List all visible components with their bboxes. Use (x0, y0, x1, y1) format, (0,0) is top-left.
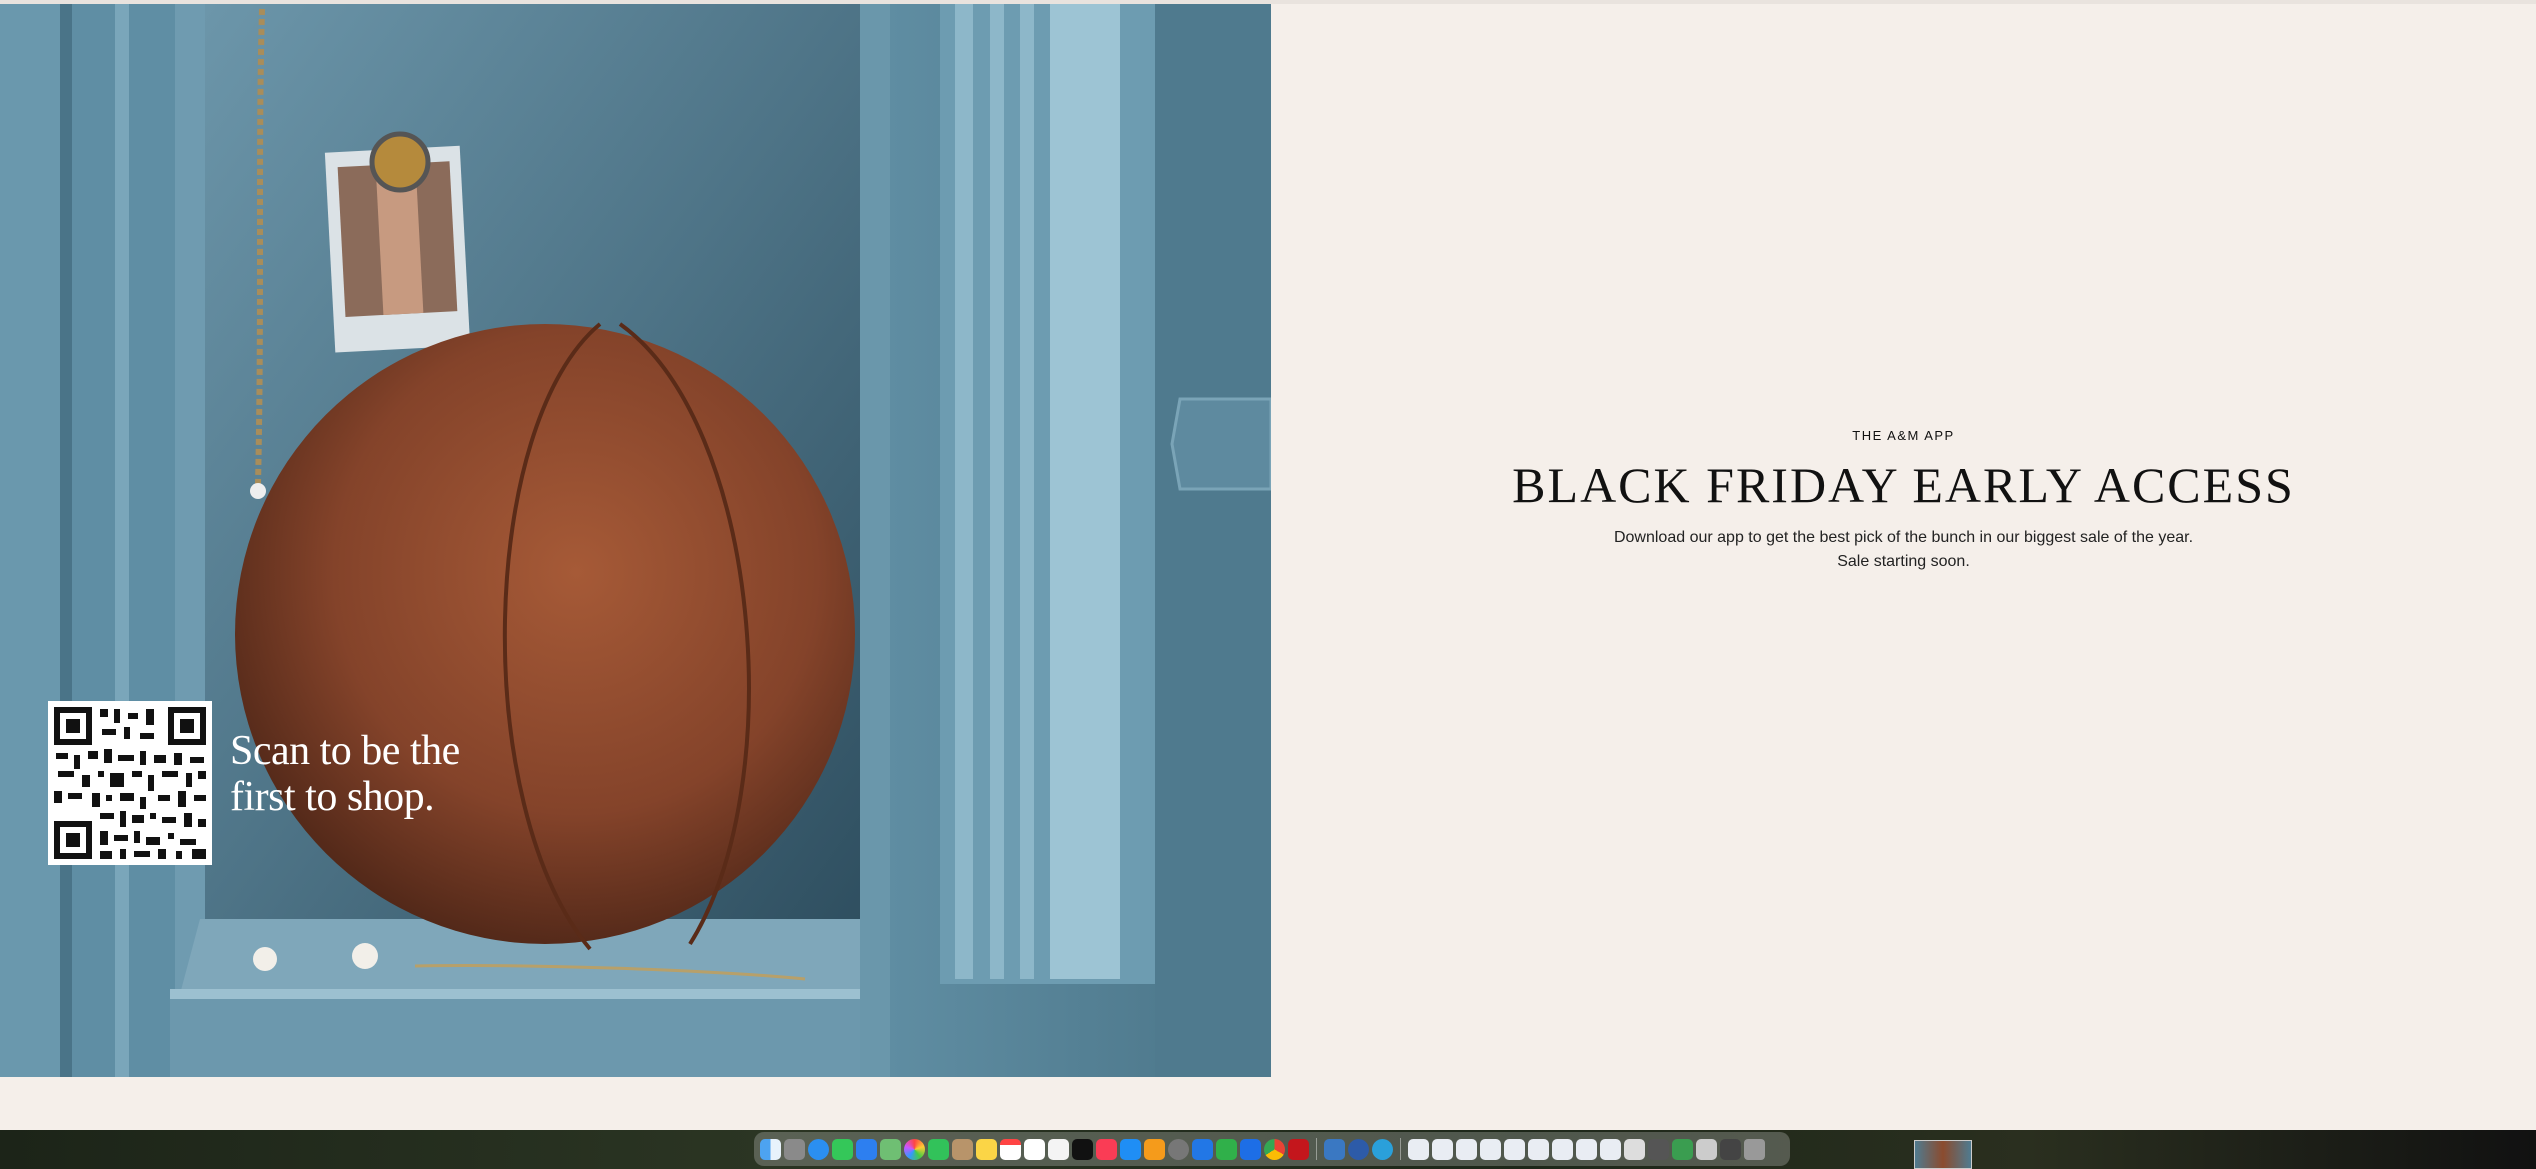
dock (754, 1132, 1790, 1166)
dock-separator (1316, 1138, 1317, 1160)
pages-icon[interactable] (1144, 1138, 1165, 1160)
promo-content: THE A&M APP BLACK FRIDAY EARLY ACCESS Do… (1271, 4, 2536, 1077)
minimized-window-thumbnail[interactable] (1914, 1140, 1972, 1169)
xcode-icon[interactable] (1240, 1138, 1261, 1160)
locker-illustration (0, 4, 1271, 1077)
qr-code[interactable] (48, 701, 212, 865)
contacts-icon[interactable] (952, 1138, 973, 1160)
document-icon[interactable] (1552, 1138, 1573, 1160)
document-icon[interactable] (1528, 1138, 1549, 1160)
qr-code-pattern (48, 701, 212, 865)
appstore-icon[interactable] (1120, 1138, 1141, 1160)
promo-eyebrow: THE A&M APP (1852, 428, 1955, 443)
document-icon[interactable] (1600, 1138, 1621, 1160)
document-icon[interactable] (1432, 1138, 1453, 1160)
telegram-icon[interactable] (1372, 1138, 1393, 1160)
document-icon[interactable] (1456, 1138, 1477, 1160)
promo-description: Download our app to get the best pick of… (1271, 526, 2536, 574)
notes-icon[interactable] (976, 1138, 997, 1160)
preview-icon[interactable] (1324, 1138, 1345, 1160)
promo-description-line-1: Download our app to get the best pick of… (1613, 529, 2194, 546)
qr-caption: Scan to be the first to shop. (230, 728, 460, 820)
messages-icon[interactable] (832, 1138, 853, 1160)
settings-icon[interactable] (1168, 1138, 1189, 1160)
photos-icon[interactable] (904, 1138, 925, 1160)
chrome-icon[interactable] (1264, 1138, 1285, 1160)
folder-icon[interactable] (1624, 1138, 1645, 1160)
finder-icon[interactable] (760, 1138, 781, 1160)
freeform-icon[interactable] (1048, 1138, 1069, 1160)
safari-icon[interactable] (808, 1138, 829, 1160)
document-icon[interactable] (1576, 1138, 1597, 1160)
document-icon[interactable] (1480, 1138, 1501, 1160)
promo-headline: BLACK FRIDAY EARLY ACCESS (1512, 457, 2295, 513)
music-icon[interactable] (1096, 1138, 1117, 1160)
facetime-icon[interactable] (928, 1138, 949, 1160)
launchpad-icon[interactable] (784, 1138, 805, 1160)
dock-separator (1400, 1138, 1401, 1160)
calendar-icon[interactable] (1000, 1138, 1021, 1160)
archive-icon[interactable] (1720, 1138, 1741, 1160)
acrobat-icon[interactable] (1288, 1138, 1309, 1160)
download-icon[interactable] (1648, 1138, 1669, 1160)
page: Scan to be the first to shop. THE A&M AP… (0, 4, 2536, 1130)
promo-description-line-2: Sale starting soon. (1837, 553, 1970, 570)
trash-icon[interactable] (1744, 1138, 1765, 1160)
document-icon[interactable] (1504, 1138, 1525, 1160)
maps-icon[interactable] (880, 1138, 901, 1160)
numbers-icon[interactable] (1216, 1138, 1237, 1160)
hero-image: Scan to be the first to shop. (0, 4, 1271, 1077)
reminders-icon[interactable] (1024, 1138, 1045, 1160)
chart-file-icon[interactable] (1696, 1138, 1717, 1160)
keynote-icon[interactable] (1192, 1138, 1213, 1160)
spreadsheet-icon[interactable] (1672, 1138, 1693, 1160)
document-icon[interactable] (1408, 1138, 1429, 1160)
quicktime-icon[interactable] (1348, 1138, 1369, 1160)
mail-icon[interactable] (856, 1138, 877, 1160)
tv-icon[interactable] (1072, 1138, 1093, 1160)
